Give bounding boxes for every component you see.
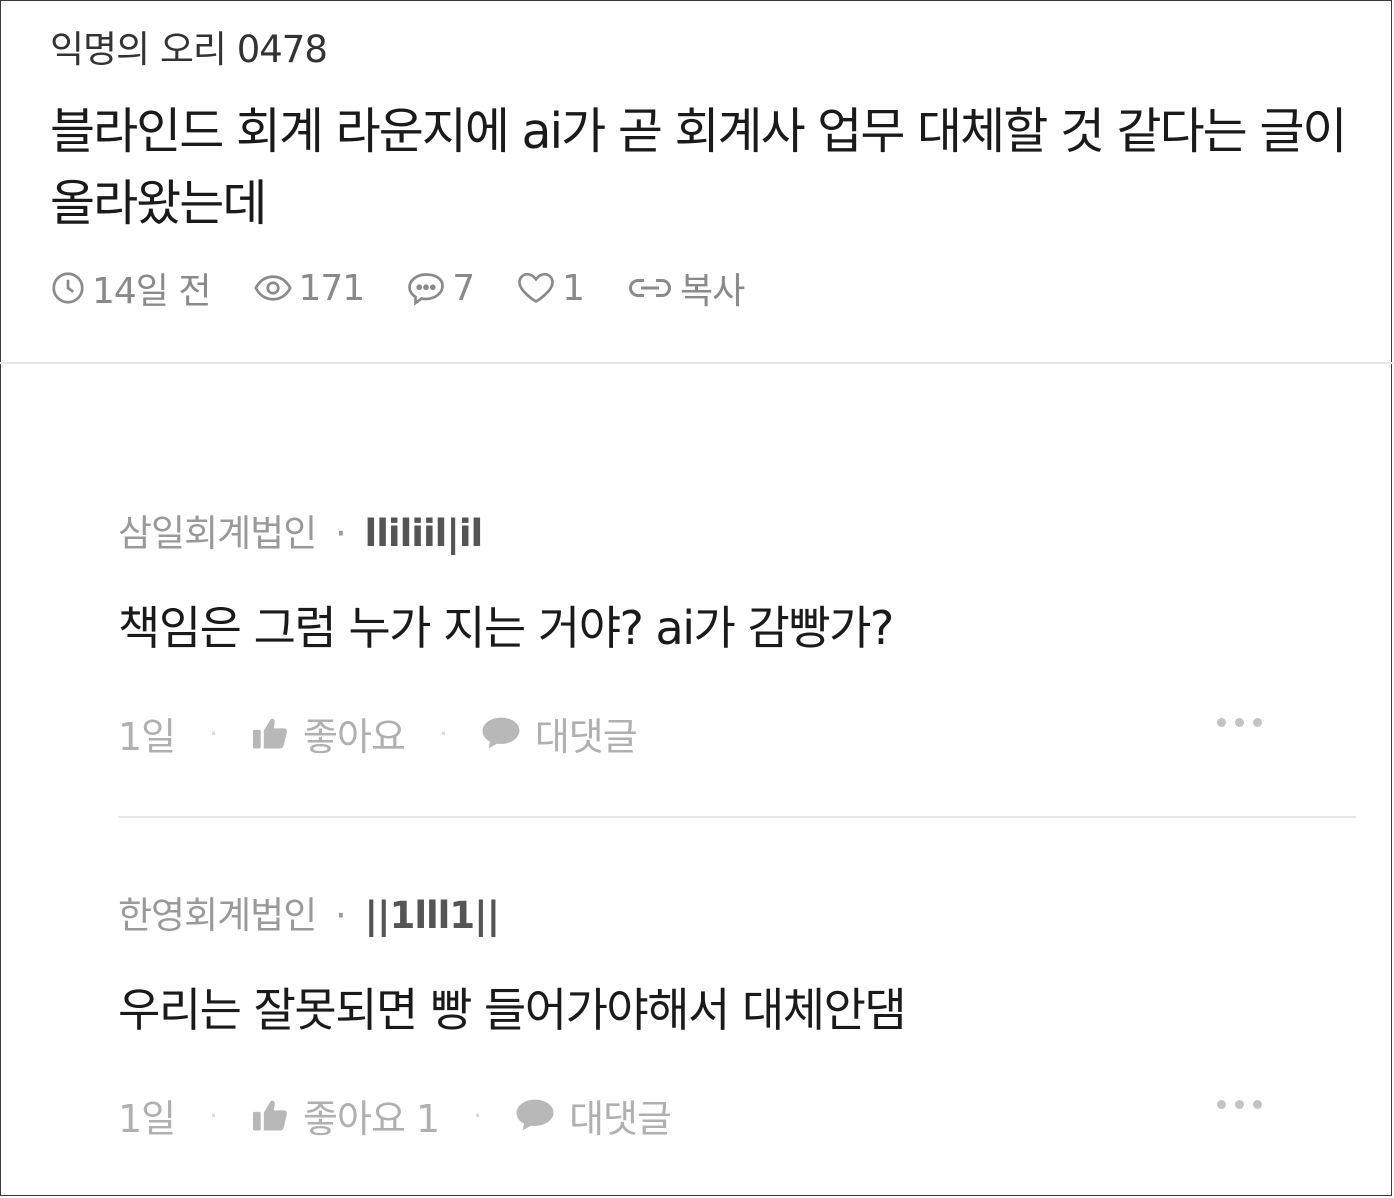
reply-button[interactable]: 대댓글 bbox=[515, 1088, 672, 1143]
post-header: 익명의 오리 0478 블라인드 회계 라운지에 ai가 곧 회계사 업무 대체… bbox=[50, 22, 1350, 240]
post-divider bbox=[0, 362, 1394, 364]
comment-author-separator: · bbox=[335, 894, 347, 937]
copy-link-button[interactable]: 복사 bbox=[626, 262, 745, 314]
action-separator: · bbox=[438, 716, 448, 750]
action-separator: · bbox=[209, 1098, 218, 1132]
thumbs-up-icon bbox=[253, 718, 287, 749]
like-label: 좋아요 bbox=[303, 714, 406, 759]
like-label: 좋아요 1 bbox=[303, 1096, 440, 1141]
like-button[interactable]: 좋아요 bbox=[251, 706, 406, 761]
comment-item: 삼일회계법인 · lliliil|il 책임은 그럼 누가 지는 거야? ai가… bbox=[118, 506, 1358, 761]
more-options-button[interactable] bbox=[1217, 1100, 1262, 1109]
comment-divider bbox=[118, 816, 1356, 818]
heart-icon bbox=[518, 272, 554, 304]
more-dots-icon bbox=[1235, 1100, 1244, 1109]
meta-time: 14일 전 bbox=[50, 262, 211, 314]
chat-bubble-icon bbox=[408, 273, 445, 306]
comment-body: 우리는 잘못되면 빵 들어가야해서 대체안댐 bbox=[118, 983, 907, 1037]
thumbs-up-icon bbox=[253, 1100, 287, 1131]
reply-label: 대댓글 bbox=[534, 714, 638, 759]
comment-body: 책임은 그럼 누가 지는 거야? ai가 감빵가? bbox=[118, 601, 894, 655]
meta-likes-count: 1 bbox=[562, 267, 585, 309]
comment-actions: 1일 · 좋아요 1 · 대댓글 bbox=[118, 1088, 1358, 1143]
more-options-button[interactable] bbox=[1217, 718, 1262, 727]
meta-time-text: 14일 전 bbox=[92, 271, 211, 312]
more-dots-icon bbox=[1217, 1100, 1226, 1109]
comment-author[interactable]: 한영회계법인 · ||1lll1|| bbox=[118, 888, 1358, 944]
eye-icon bbox=[253, 275, 292, 301]
comment-nickname: lliliil|il bbox=[364, 512, 484, 555]
like-button[interactable]: 좋아요 1 bbox=[251, 1088, 440, 1143]
meta-likes[interactable]: 1 bbox=[516, 267, 585, 309]
comment-actions: 1일 · 좋아요 · 대댓글 bbox=[118, 706, 1358, 761]
action-separator: · bbox=[473, 1098, 482, 1132]
reply-label: 대댓글 bbox=[569, 1096, 672, 1141]
more-dots-icon bbox=[1217, 718, 1226, 727]
comment-company: 삼일회계법인 bbox=[118, 512, 317, 555]
meta-views-count: 171 bbox=[298, 267, 366, 309]
comment-company: 한영회계법인 bbox=[118, 894, 317, 937]
more-dots-icon bbox=[1235, 718, 1244, 727]
meta-comments[interactable]: 7 bbox=[406, 267, 475, 309]
comment-time: 1일 bbox=[118, 714, 176, 759]
meta-comments-count: 7 bbox=[452, 267, 475, 309]
post-author[interactable]: 익명의 오리 0478 bbox=[50, 22, 1350, 78]
comment-item: 한영회계법인 · ||1lll1|| 우리는 잘못되면 빵 들어가야해서 대체안… bbox=[118, 888, 1358, 1143]
post-title: 블라인드 회계 라운지에 ai가 곧 회계사 업무 대체할 것 같다는 글이 올… bbox=[50, 103, 1347, 232]
link-icon bbox=[629, 279, 671, 297]
clock-icon bbox=[52, 272, 84, 304]
copy-link-label: 복사 bbox=[680, 271, 745, 312]
meta-views: 171 bbox=[253, 268, 365, 309]
comment-author-separator: · bbox=[335, 512, 347, 555]
speech-bubble-icon bbox=[482, 717, 520, 749]
more-dots-icon bbox=[1253, 1100, 1262, 1109]
more-dots-icon bbox=[1253, 718, 1262, 727]
comment-author[interactable]: 삼일회계법인 · lliliil|il bbox=[118, 506, 1358, 562]
post-meta: 14일 전 171 7 1 복사 bbox=[50, 262, 786, 314]
comment-nickname: ||1lll1|| bbox=[364, 894, 501, 937]
speech-bubble-icon bbox=[516, 1099, 554, 1131]
reply-button[interactable]: 대댓글 bbox=[481, 706, 638, 761]
action-separator: · bbox=[209, 716, 218, 750]
comment-time: 1일 bbox=[118, 1096, 176, 1141]
